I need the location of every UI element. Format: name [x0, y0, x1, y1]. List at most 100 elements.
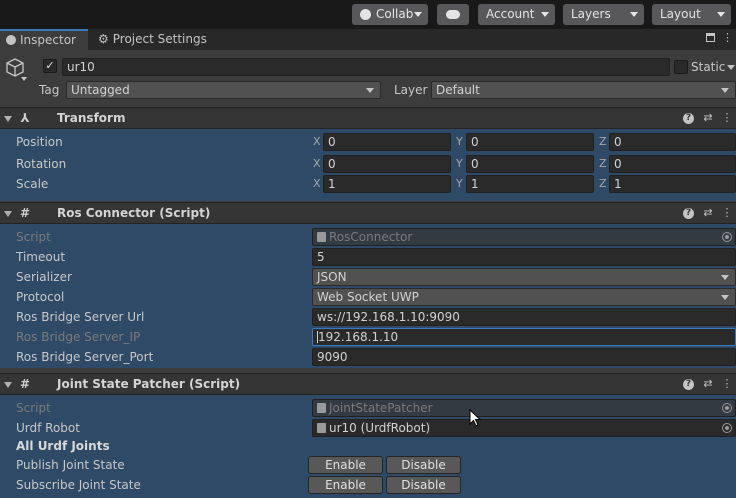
chevron-down-icon — [721, 275, 729, 280]
axis-x-label: X — [313, 157, 321, 170]
name-field[interactable]: ur10 — [62, 58, 670, 76]
fold-arrow-icon[interactable] — [4, 382, 12, 388]
subscribe-disable-button[interactable]: Disable — [386, 476, 461, 494]
more-icon[interactable]: ⋮ — [720, 377, 734, 391]
gear-icon: ⚙ — [98, 32, 109, 46]
script-value: JointStatePatcher — [329, 401, 433, 415]
scale-x-field[interactable]: 1 — [323, 175, 451, 193]
fold-arrow-icon[interactable] — [4, 116, 12, 122]
tag-value: Untagged — [71, 83, 130, 97]
tab-project-settings-label: Project Settings — [112, 32, 207, 46]
ros-connector-header[interactable]: # Ros Connector (Script) ? ⇄ ⋮ — [0, 202, 736, 224]
axis-y-label: Y — [456, 157, 463, 170]
more-icon[interactable]: ⋮ — [720, 111, 734, 125]
script-value: RosConnector — [329, 230, 413, 244]
top-toolbar: Collab Account Layers Layout — [0, 0, 736, 29]
collab-button[interactable]: Collab — [352, 4, 428, 25]
presets-icon[interactable]: ⇄ — [701, 206, 715, 220]
script-icon: # — [19, 377, 31, 391]
chevron-down-icon — [541, 12, 549, 17]
scale-z-field[interactable]: 1 — [609, 175, 736, 193]
script-file-icon — [317, 403, 326, 413]
subscribe-label: Subscribe Joint State — [16, 478, 141, 492]
rotation-x-field[interactable]: 0 — [323, 155, 451, 173]
account-label: Account — [486, 7, 535, 21]
protocol-label: Protocol — [16, 290, 65, 304]
subscribe-enable-button[interactable]: Enable — [308, 476, 383, 494]
inspector-panel: ✓ ur10 Static Tag Untagged Layer Default… — [0, 50, 736, 498]
object-picker-icon — [722, 232, 732, 242]
position-x-field[interactable]: 0 — [323, 133, 451, 151]
axis-z-label: Z — [599, 157, 607, 170]
layout-dropdown[interactable]: Layout — [652, 4, 731, 25]
script-label: Script — [16, 230, 51, 244]
layer-dropdown[interactable]: Default — [431, 81, 736, 99]
urdf-robot-field[interactable]: ur10 (UrdfRobot) — [312, 419, 736, 437]
publish-label: Publish Joint State — [16, 458, 125, 472]
protocol-value: Web Socket UWP — [317, 290, 419, 304]
layout-label: Layout — [660, 7, 701, 21]
tab-project-settings[interactable]: ⚙ Project Settings — [98, 29, 218, 50]
object-picker-icon — [722, 403, 732, 413]
rotation-z-field[interactable]: 0 — [609, 155, 736, 173]
active-checkbox[interactable]: ✓ — [43, 59, 57, 73]
position-y-field[interactable]: 0 — [466, 133, 594, 151]
cloud-button[interactable] — [437, 4, 469, 25]
transform-header[interactable]: ⅄ Transform ? ⇄ ⋮ — [0, 107, 736, 129]
ip-value: 192.168.1.10 — [318, 330, 399, 344]
object-picker-icon[interactable] — [722, 423, 732, 433]
layer-value: Default — [436, 83, 480, 97]
presets-icon[interactable]: ⇄ — [701, 111, 715, 125]
static-checkbox[interactable] — [674, 60, 688, 74]
static-chevron-down-icon[interactable] — [727, 65, 735, 70]
more-icon[interactable]: ⋮ — [720, 206, 734, 220]
timeout-label: Timeout — [16, 250, 66, 264]
tab-inspector[interactable]: Inspector — [0, 29, 88, 50]
tag-dropdown[interactable]: Untagged — [66, 81, 381, 99]
ip-field[interactable]: 192.168.1.10 — [312, 328, 736, 346]
all-urdf-joints-label: All Urdf Joints — [16, 439, 110, 453]
tab-inspector-label: Inspector — [20, 33, 76, 47]
joint-state-title: Joint State Patcher (Script) — [57, 377, 241, 391]
more-icon[interactable]: ⋮ — [722, 31, 733, 45]
axis-x-label: X — [313, 177, 321, 190]
ip-label: Ros Bridge Server_IP — [16, 330, 141, 344]
lock-icon[interactable] — [706, 33, 715, 42]
script-icon: # — [19, 206, 31, 220]
url-field[interactable]: ws://192.168.1.10:9090 — [312, 308, 736, 326]
ros-connector-title: Ros Connector (Script) — [57, 206, 211, 220]
help-icon[interactable]: ? — [683, 113, 694, 124]
chevron-down-icon — [414, 12, 422, 17]
transform-section: Position X 0 Y 0 Z 0 Rotation X 0 Y 0 Z … — [0, 129, 736, 201]
help-icon[interactable]: ? — [683, 379, 694, 390]
static-label: Static — [691, 60, 726, 74]
transform-title: Transform — [57, 111, 126, 125]
presets-icon[interactable]: ⇄ — [701, 377, 715, 391]
timeout-field[interactable]: 5 — [312, 248, 736, 266]
icon-chevron-down-icon[interactable] — [21, 77, 27, 81]
urdf-robot-label: Urdf Robot — [16, 421, 80, 435]
help-icon[interactable]: ? — [683, 208, 694, 219]
account-dropdown[interactable]: Account — [478, 4, 555, 25]
position-label: Position — [16, 135, 63, 149]
collab-icon — [360, 9, 371, 20]
serializer-dropdown[interactable]: JSON — [312, 268, 736, 286]
publish-enable-button[interactable]: Enable — [308, 456, 383, 474]
scale-y-field[interactable]: 1 — [466, 175, 594, 193]
fold-arrow-icon[interactable] — [4, 211, 12, 217]
publish-disable-button[interactable]: Disable — [386, 456, 461, 474]
joint-state-header[interactable]: # Joint State Patcher (Script) ? ⇄ ⋮ — [0, 373, 736, 395]
chevron-down-icon — [721, 88, 729, 93]
chevron-down-icon — [721, 295, 729, 300]
rotation-y-field[interactable]: 0 — [466, 155, 594, 173]
scale-label: Scale — [16, 177, 49, 191]
layer-label: Layer — [394, 83, 428, 97]
protocol-dropdown[interactable]: Web Socket UWP — [312, 288, 736, 306]
cube-icon — [4, 57, 26, 79]
position-z-field[interactable]: 0 — [609, 133, 736, 151]
port-field[interactable]: 9090 — [312, 348, 736, 366]
rotation-label: Rotation — [16, 157, 67, 171]
layers-dropdown[interactable]: Layers — [563, 4, 644, 25]
script-file-icon — [317, 232, 326, 242]
layers-label: Layers — [571, 7, 611, 21]
